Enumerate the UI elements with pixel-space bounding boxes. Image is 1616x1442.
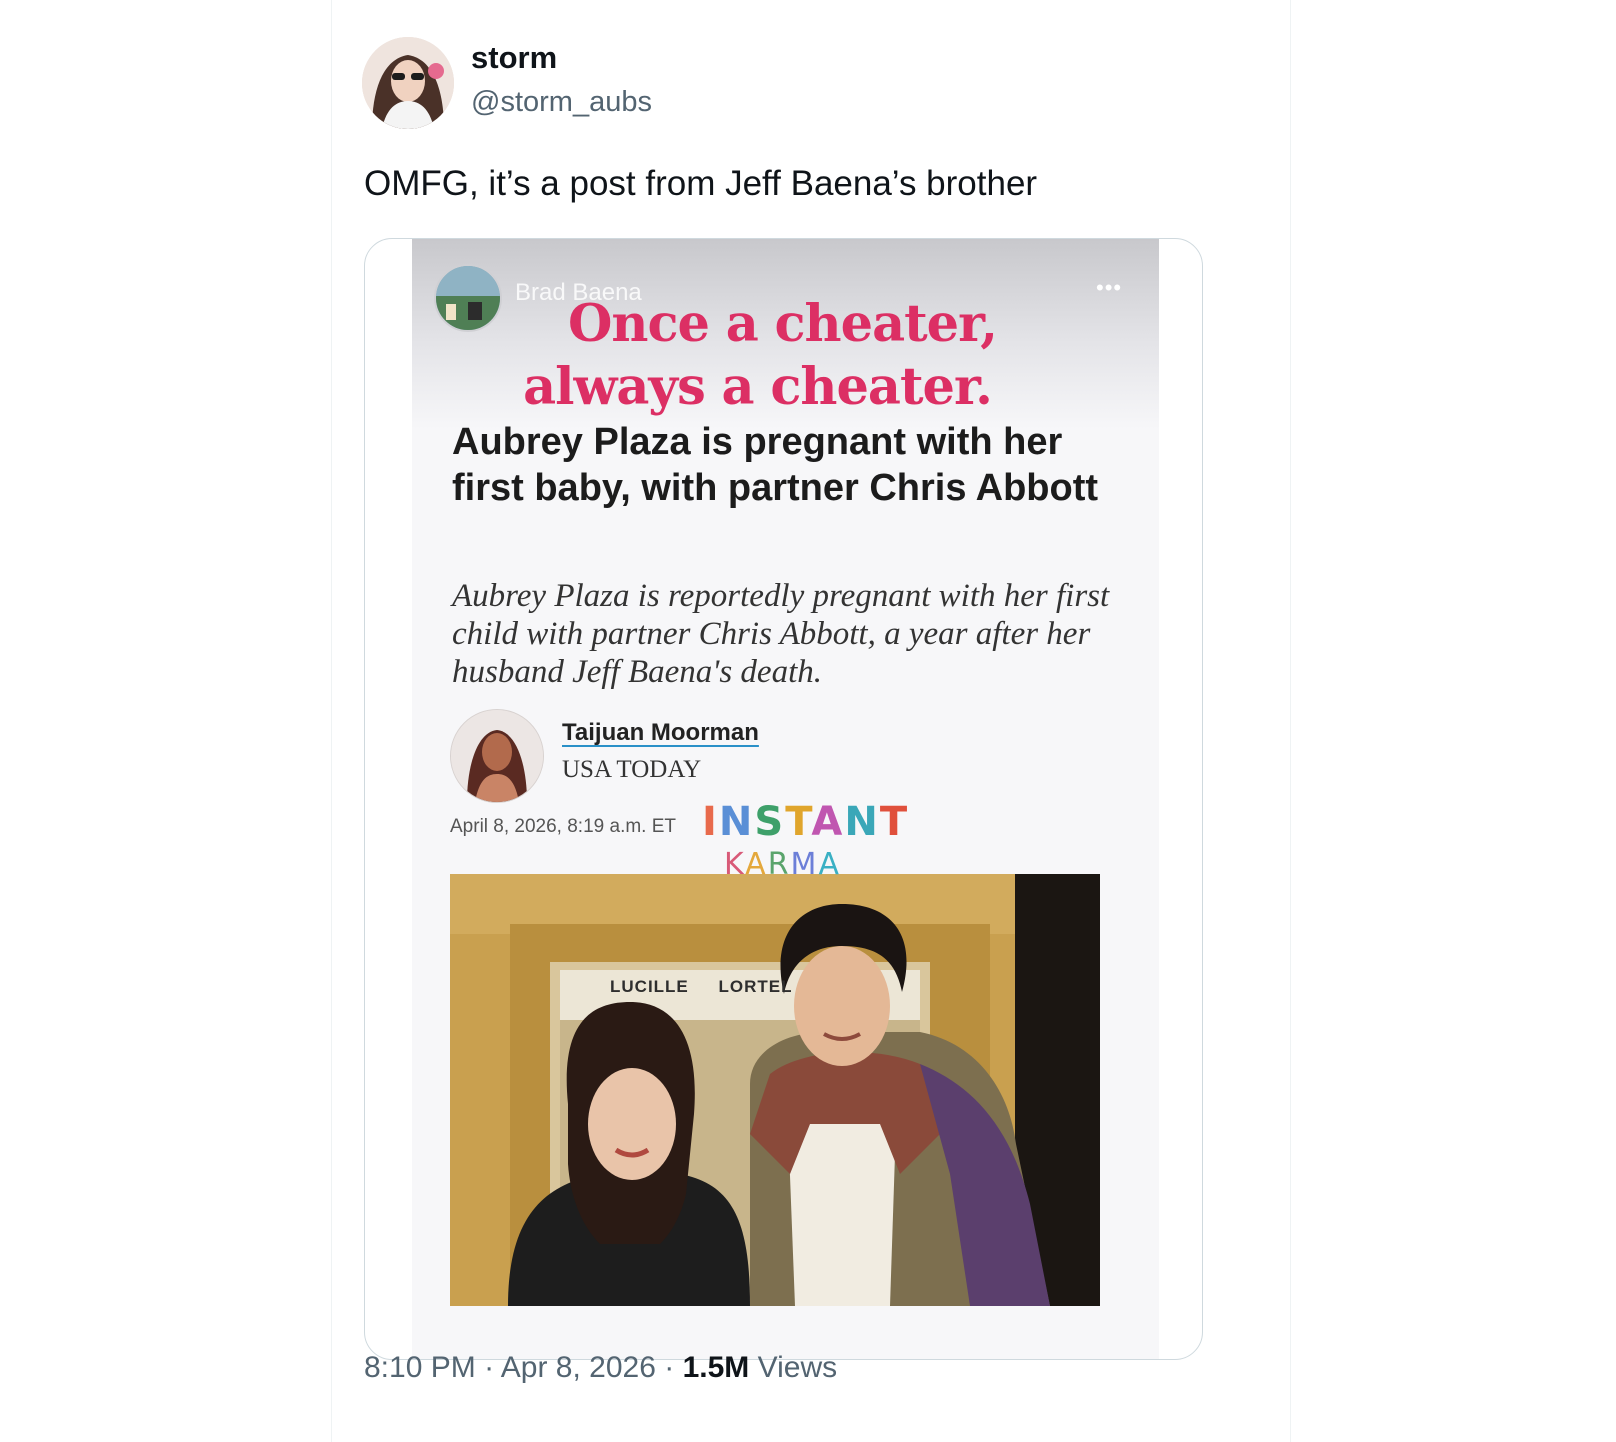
instant-karma-word-2: KARMA (724, 847, 841, 882)
photo-sign-text: LUCILLE LORTEL (610, 977, 793, 996)
article-photo: LUCILLE LORTEL (450, 874, 1100, 1306)
meta-separator: · (664, 1351, 675, 1384)
author-handle[interactable]: @storm_aubs (471, 86, 652, 119)
tweet-meta: 8:10 PM · Apr 8, 2026 · 1.5M Views (364, 1351, 837, 1385)
article-date: April 8, 2026, 8:19 a.m. ET (450, 816, 677, 837)
author-name[interactable]: storm (471, 40, 557, 76)
byline-author[interactable]: Taijuan Moorman (562, 719, 759, 747)
instant-karma-sticker: INSTANT KARMA (702, 799, 907, 919)
article-deck: Aubrey Plaza is reportedly pregnant with… (452, 578, 1110, 690)
instagram-story-screenshot: Brad Baena ••• Once a cheater, always a … (412, 239, 1159, 1359)
tweet-time[interactable]: 8:10 PM (364, 1351, 476, 1384)
timeline-right-border (1290, 0, 1291, 1442)
meta-separator: · (484, 1351, 495, 1384)
article-headline: Aubrey Plaza is pregnant with her first … (452, 421, 1099, 509)
instant-karma-word-1: INSTANT (702, 799, 910, 845)
sticker-line-2: always a cheater. (523, 357, 993, 417)
views-count: 1.5M (682, 1351, 750, 1384)
author-avatar[interactable] (362, 37, 454, 129)
tweet-text: OMFG, it’s a post from Jeff Baena’s brot… (364, 164, 1038, 203)
sticker-line-1: Once a cheater, (567, 294, 998, 354)
timeline-left-border (331, 0, 332, 1442)
byline-avatar (450, 709, 544, 803)
tweet-date[interactable]: Apr 8, 2026 (501, 1351, 656, 1384)
byline-outlet: USA TODAY (562, 756, 702, 783)
views-label: Views (757, 1351, 838, 1384)
tweet-media[interactable]: Brad Baena ••• Once a cheater, always a … (364, 238, 1203, 1360)
